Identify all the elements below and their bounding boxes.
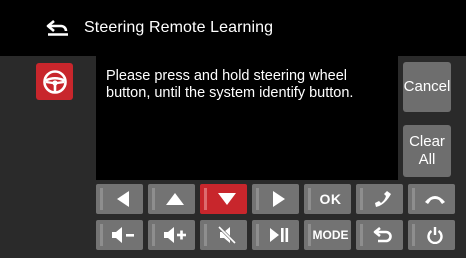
key-return[interactable] [356,220,403,250]
ok-label: OK [319,191,342,207]
steering-wheel-badge [36,63,73,100]
page-title: Steering Remote Learning [84,19,274,36]
up-arrow-icon [165,193,184,205]
key-down[interactable] [200,184,247,214]
steering-wheel-icon [42,69,67,94]
next-right-icon [272,191,285,207]
key-mute[interactable] [200,220,247,250]
mute-icon [217,226,236,244]
key-seek-right[interactable] [252,184,299,214]
instruction-panel: Please press and hold steering wheel but… [96,56,398,180]
volume-down-icon [111,227,134,243]
key-volume-down[interactable] [96,220,143,250]
phone-answer-icon [374,191,391,207]
key-power[interactable] [408,220,455,250]
key-volume-up[interactable] [148,220,195,250]
key-phone-answer[interactable] [356,184,403,214]
cancel-button[interactable]: Cancel [403,62,451,112]
steering-key-grid: OK MODE [96,184,456,252]
key-mode[interactable]: MODE [304,220,351,250]
clear-all-label: Clear All [409,133,445,168]
instruction-text: Please press and hold steering wheel but… [106,68,354,101]
key-play-pause[interactable] [252,220,299,250]
key-seek-left[interactable] [96,184,143,214]
cancel-label: Cancel [403,78,451,95]
power-icon [426,227,443,244]
key-up[interactable] [148,184,195,214]
phone-hangup-icon [424,196,445,204]
mode-label: MODE [312,228,349,242]
play-pause-icon [269,228,288,242]
title-bar: Steering Remote Learning [0,0,466,56]
back-button[interactable] [42,17,74,39]
key-phone-hangup[interactable] [408,184,455,214]
prev-left-icon [116,191,129,207]
return-icon [373,227,392,243]
back-arrow-icon [46,20,68,36]
down-arrow-icon [217,193,236,205]
volume-up-icon [163,227,186,243]
clear-all-button[interactable]: Clear All [403,125,451,177]
key-ok[interactable]: OK [304,184,351,214]
